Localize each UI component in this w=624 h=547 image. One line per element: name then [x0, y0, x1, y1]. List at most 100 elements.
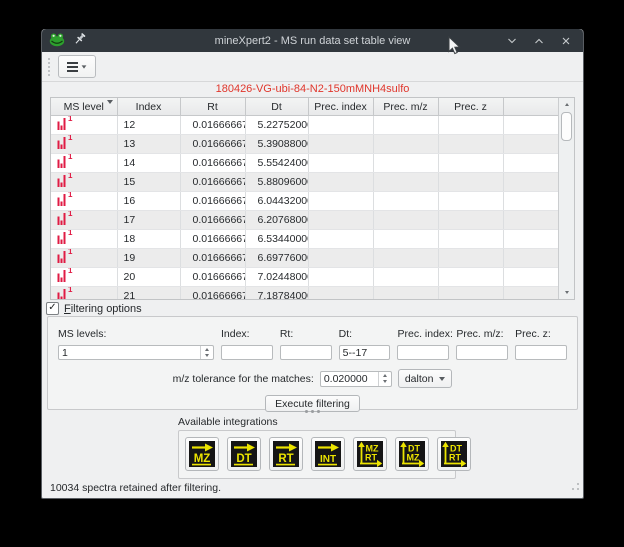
- cell-ms-level[interactable]: 1: [51, 249, 117, 268]
- table-row[interactable]: 1 15 0.01666667 5.88096000: [51, 173, 558, 192]
- cell-prec-index[interactable]: [308, 154, 373, 173]
- column-header-index[interactable]: Index: [117, 98, 180, 116]
- cell-prec-z[interactable]: [438, 173, 503, 192]
- integrate-mz-rt-button[interactable]: MZ RT: [353, 437, 387, 471]
- filtering-options-label[interactable]: Filtering options: [64, 303, 142, 315]
- table-row[interactable]: 1 21 0.01666667 7.18784000: [51, 287, 558, 300]
- cell-ms-level[interactable]: 1: [51, 135, 117, 154]
- pin-icon[interactable]: [74, 32, 87, 49]
- rt-field[interactable]: [280, 345, 332, 360]
- prec-mz-field[interactable]: [456, 345, 508, 360]
- dt-field[interactable]: [339, 345, 391, 360]
- cell-dt[interactable]: 6.20768000: [245, 211, 308, 230]
- cell-index[interactable]: 16: [117, 192, 180, 211]
- cell-prec-z[interactable]: [438, 230, 503, 249]
- cell-ms-level[interactable]: 1: [51, 116, 117, 135]
- integrate-dt-mz-button[interactable]: DT MZ: [395, 437, 429, 471]
- table-row[interactable]: 1 20 0.01666667 7.02448000: [51, 268, 558, 287]
- cell-index[interactable]: 13: [117, 135, 180, 154]
- main-menu-button[interactable]: [58, 55, 96, 78]
- cell-prec-mz[interactable]: [373, 287, 438, 300]
- cell-index[interactable]: 18: [117, 230, 180, 249]
- table-row[interactable]: 1 12 0.01666667 5.22752000: [51, 116, 558, 135]
- cell-prec-index[interactable]: [308, 211, 373, 230]
- cell-ms-level[interactable]: 1: [51, 268, 117, 287]
- cell-ms-level[interactable]: 1: [51, 192, 117, 211]
- titlebar[interactable]: mineXpert2 - MS run data set table view: [42, 29, 583, 52]
- cell-dt[interactable]: 7.02448000: [245, 268, 308, 287]
- cell-dt[interactable]: 5.39088000: [245, 135, 308, 154]
- column-header-dt[interactable]: Dt: [245, 98, 308, 116]
- cell-prec-mz[interactable]: [373, 249, 438, 268]
- splitter-handle[interactable]: [42, 410, 583, 414]
- table-row[interactable]: 1 16 0.01666667 6.04432000: [51, 192, 558, 211]
- column-header-rt[interactable]: Rt: [180, 98, 245, 116]
- cell-index[interactable]: 17: [117, 211, 180, 230]
- cell-index[interactable]: 14: [117, 154, 180, 173]
- cell-dt[interactable]: 5.22752000: [245, 116, 308, 135]
- cell-prec-mz[interactable]: [373, 268, 438, 287]
- cell-prec-z[interactable]: [438, 287, 503, 300]
- column-header-prec-z[interactable]: Prec. z: [438, 98, 503, 116]
- cell-rt[interactable]: 0.01666667: [180, 154, 245, 173]
- cell-prec-mz[interactable]: [373, 230, 438, 249]
- spinner-arrows-icon[interactable]: [378, 372, 391, 386]
- cell-prec-z[interactable]: [438, 268, 503, 287]
- prec-index-field[interactable]: [397, 345, 449, 360]
- cell-dt[interactable]: 6.04432000: [245, 192, 308, 211]
- cell-rt[interactable]: 0.01666667: [180, 192, 245, 211]
- integrate-int-button[interactable]: INT: [311, 437, 345, 471]
- cell-ms-level[interactable]: 1: [51, 154, 117, 173]
- scrollbar-thumb[interactable]: [561, 112, 572, 141]
- spinner-arrows-icon[interactable]: [200, 346, 213, 359]
- index-field[interactable]: [221, 345, 273, 360]
- cell-rt[interactable]: 0.01666667: [180, 287, 245, 300]
- cell-prec-mz[interactable]: [373, 173, 438, 192]
- minimize-icon[interactable]: [506, 35, 518, 47]
- cell-prec-z[interactable]: [438, 154, 503, 173]
- integrate-rt-button[interactable]: RT: [269, 437, 303, 471]
- cell-ms-level[interactable]: 1: [51, 173, 117, 192]
- scroll-down-icon[interactable]: [559, 286, 574, 299]
- vertical-scrollbar[interactable]: [558, 98, 574, 299]
- ms-levels-input[interactable]: [59, 346, 200, 359]
- cell-prec-index[interactable]: [308, 287, 373, 300]
- cell-prec-index[interactable]: [308, 249, 373, 268]
- cell-prec-index[interactable]: [308, 230, 373, 249]
- table-row[interactable]: 1 18 0.01666667 6.53440000: [51, 230, 558, 249]
- integrate-dt-button[interactable]: DT: [227, 437, 261, 471]
- toolbar-drag-handle[interactable]: [48, 58, 53, 76]
- table-row[interactable]: 1 14 0.01666667 5.55424000: [51, 154, 558, 173]
- integrate-dt-rt-button[interactable]: DT RT: [437, 437, 471, 471]
- cell-prec-z[interactable]: [438, 116, 503, 135]
- cell-dt[interactable]: 7.18784000: [245, 287, 308, 300]
- ms-levels-spinner[interactable]: [58, 345, 214, 360]
- filtering-checkbox[interactable]: ✓: [46, 302, 59, 315]
- tolerance-unit-dropdown[interactable]: dalton: [398, 369, 453, 388]
- close-icon[interactable]: [560, 35, 572, 47]
- cell-prec-index[interactable]: [308, 135, 373, 154]
- cell-rt[interactable]: 0.01666667: [180, 116, 245, 135]
- column-header-prec-mz[interactable]: Prec. m/z: [373, 98, 438, 116]
- table-row[interactable]: 1 13 0.01666667 5.39088000: [51, 135, 558, 154]
- cell-dt[interactable]: 5.88096000: [245, 173, 308, 192]
- column-header-prec-index[interactable]: Prec. index: [308, 98, 373, 116]
- prec-z-field[interactable]: [515, 345, 567, 360]
- cell-rt[interactable]: 0.01666667: [180, 173, 245, 192]
- column-header-ms-level[interactable]: MS level: [51, 98, 117, 116]
- cell-prec-z[interactable]: [438, 211, 503, 230]
- cell-ms-level[interactable]: 1: [51, 211, 117, 230]
- table-row[interactable]: 1 17 0.01666667 6.20768000: [51, 211, 558, 230]
- cell-prec-z[interactable]: [438, 249, 503, 268]
- cell-prec-index[interactable]: [308, 173, 373, 192]
- cell-prec-z[interactable]: [438, 135, 503, 154]
- mz-tolerance-spinner[interactable]: [320, 371, 392, 387]
- cell-prec-mz[interactable]: [373, 116, 438, 135]
- cell-prec-mz[interactable]: [373, 192, 438, 211]
- cell-ms-level[interactable]: 1: [51, 287, 117, 300]
- cell-prec-index[interactable]: [308, 192, 373, 211]
- cell-index[interactable]: 21: [117, 287, 180, 300]
- resize-grip-icon[interactable]: [571, 482, 580, 494]
- cell-rt[interactable]: 0.01666667: [180, 211, 245, 230]
- scroll-up-icon[interactable]: [559, 98, 574, 111]
